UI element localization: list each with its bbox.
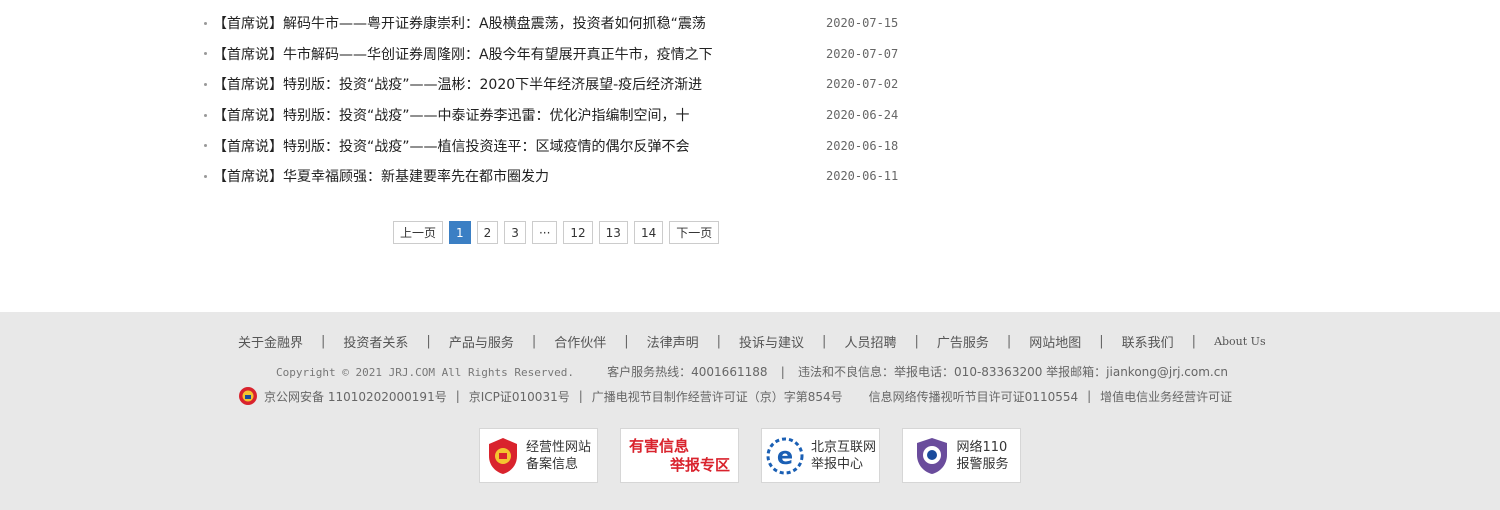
bullet-icon: [204, 21, 207, 25]
bullet-icon: [204, 82, 207, 86]
separator: |: [455, 389, 460, 403]
footer-link-sitemap[interactable]: 网站地图: [1029, 332, 1081, 351]
copyright-text: Copyright © 2021 JRJ.COM All Rights Rese…: [276, 366, 575, 379]
license-icp[interactable]: 京ICP证010031号: [469, 388, 570, 405]
news-date: 2020-06-11: [826, 169, 899, 184]
page-button[interactable]: 13: [598, 221, 628, 244]
separator: |: [822, 334, 827, 349]
report-text: 违法和不良信息：举报电话：010-83363200 举报邮箱：jiankong@…: [798, 365, 1228, 379]
separator: |: [716, 334, 722, 349]
footer-link-feedback[interactable]: 投诉与建议: [739, 332, 804, 351]
list-item: 【首席说】特别版：投资“战疫”——中泰证券李迅雷：优化沪指编制空间，十 2020…: [202, 100, 902, 131]
footer-links: 关于金融界 | 投资者关系 | 产品与服务 | 合作伙伴 | 法律声明 | 投诉与建议 | …: [238, 332, 1266, 351]
news-link[interactable]: 【首席说】特别版：投资“战疫”——植信投资连平：区域疫情的偶尔反弹不会: [213, 136, 690, 156]
news-link[interactable]: 【首席说】解码牛市——粤开证券康崇利：A股横盘震荡，投资者如何抓稳“震荡: [213, 13, 706, 33]
license-gongan[interactable]: 京公网安备 11010202000191号: [264, 388, 447, 405]
badge-line1: 网络110: [956, 439, 1008, 455]
footer-link-ads[interactable]: 广告服务: [937, 332, 989, 351]
police-shield-icon: [917, 437, 948, 474]
list-item: 【首席说】牛市解码——华创证券周隆刚：A股今年有望展开真正牛市，疫情之下 202…: [202, 39, 902, 70]
site-footer: 关于金融界 | 投资者关系 | 产品与服务 | 合作伙伴 | 法律声明 | 投诉与建议 | …: [0, 312, 1500, 510]
bullet-icon: [204, 52, 207, 56]
badge-beijing-report[interactable]: e 北京互联网 举报中心: [761, 428, 880, 483]
shield-badge-icon: [488, 437, 517, 474]
badge-line2: 举报专区: [669, 455, 730, 474]
footer-link-about-us[interactable]: About Us: [1214, 335, 1266, 348]
badge-line1: 有害信息: [629, 436, 690, 455]
page-button-current[interactable]: 1: [449, 221, 471, 244]
footer-link-partners[interactable]: 合作伙伴: [554, 332, 606, 351]
separator: |: [1191, 334, 1197, 349]
footer-link-products[interactable]: 产品与服务: [449, 332, 514, 351]
hotline-text: 客户服务热线：4001661188: [607, 365, 768, 379]
copyright-line: Copyright © 2021 JRJ.COM All Rights Rese…: [276, 363, 1228, 380]
page-button[interactable]: 14: [633, 221, 664, 244]
separator: |: [624, 334, 629, 349]
separator: |: [321, 334, 326, 349]
news-link[interactable]: 【首席说】特别版：投资“战疫”——中泰证券李迅雷：优化沪指编制空间，十: [213, 105, 690, 125]
badge-line2: 报警服务: [956, 456, 1009, 472]
license-broadcast[interactable]: 广播电视节目制作经营许可证（京）字第854号: [592, 388, 843, 405]
list-item: 【首席说】解码牛市——粤开证券康崇利：A股横盘震荡，投资者如何抓稳“震荡 202…: [202, 8, 902, 39]
list-item: 【首席说】特别版：投资“战疫”——温彬：2020下半年经济展望-疫后经济渐进 2…: [202, 69, 902, 100]
pagination: 上一页 1 2 3 ··· 12 13 14 下一页: [393, 221, 720, 244]
news-date: 2020-06-18: [826, 138, 899, 153]
separator: |: [780, 365, 785, 379]
news-link[interactable]: 【首席说】牛市解码——华创证券周隆刚：A股今年有望展开真正牛市，疫情之下: [213, 44, 713, 64]
certification-badges: 经营性网站 备案信息 有害信息 举报专区 e 北京互联网 举报中心 网络110 …: [479, 428, 1021, 483]
badge-harmful-info[interactable]: 有害信息 举报专区: [620, 428, 739, 483]
news-date: 2020-07-02: [826, 77, 899, 92]
footer-link-contact[interactable]: 联系我们: [1122, 332, 1174, 351]
e-globe-icon: e: [766, 437, 804, 474]
news-date: 2020-06-24: [826, 108, 899, 123]
list-item: 【首席说】特别版：投资“战疫”——植信投资连平：区域疫情的偶尔反弹不会 2020…: [202, 130, 902, 161]
badge-police-110[interactable]: 网络110 报警服务: [902, 428, 1021, 483]
separator: |: [531, 334, 537, 349]
footer-link-investor[interactable]: 投资者关系: [343, 332, 408, 351]
page-button[interactable]: 3: [504, 221, 526, 244]
news-date: 2020-07-07: [826, 46, 899, 61]
page-button[interactable]: 2: [476, 221, 499, 244]
license-telecom[interactable]: 增值电信业务经营许可证: [1100, 388, 1232, 405]
badge-line1: 经营性网站: [525, 439, 591, 455]
bullet-icon: [204, 113, 207, 117]
list-item: 【首席说】华夏幸福顾强：新基建要率先在都市圈发力 2020-06-11: [202, 161, 902, 192]
news-link[interactable]: 【首席说】特别版：投资“战疫”——温彬：2020下半年经济展望-疫后经济渐进: [213, 74, 702, 94]
separator: |: [914, 334, 919, 349]
news-date: 2020-07-15: [826, 16, 899, 31]
badge-line2: 备案信息: [525, 456, 578, 472]
bullet-icon: [204, 144, 207, 148]
footer-link-legal[interactable]: 法律声明: [647, 332, 699, 351]
news-list: 【首席说】解码牛市——粤开证券康崇利：A股横盘震荡，投资者如何抓稳“震荡 202…: [202, 8, 902, 192]
badge-line1: 北京互联网: [810, 439, 876, 455]
svg-text:e: e: [777, 442, 793, 470]
separator: |: [1087, 389, 1092, 403]
news-link[interactable]: 【首席说】华夏幸福顾强：新基建要率先在都市圈发力: [213, 166, 549, 186]
prev-page-button[interactable]: 上一页: [393, 221, 444, 244]
badge-line2: 举报中心: [810, 456, 863, 472]
next-page-button[interactable]: 下一页: [669, 221, 720, 244]
page-ellipsis: ···: [531, 221, 558, 244]
footer-link-about[interactable]: 关于金融界: [238, 332, 303, 351]
footer-link-jobs[interactable]: 人员招聘: [844, 332, 896, 351]
license-line: 京公网安备 11010202000191号 | 京ICP证010031号 | 广…: [238, 386, 1232, 406]
separator: |: [426, 334, 431, 349]
separator: |: [1099, 334, 1104, 349]
badge-business-record[interactable]: 经营性网站 备案信息: [479, 428, 598, 483]
police-emblem-icon: [239, 387, 257, 405]
page-button[interactable]: 12: [563, 221, 593, 244]
separator: |: [578, 389, 583, 403]
separator: |: [1006, 334, 1012, 349]
license-audiovisual[interactable]: 信息网络传播视听节目许可证0110554: [869, 388, 1078, 405]
bullet-icon: [204, 174, 207, 178]
